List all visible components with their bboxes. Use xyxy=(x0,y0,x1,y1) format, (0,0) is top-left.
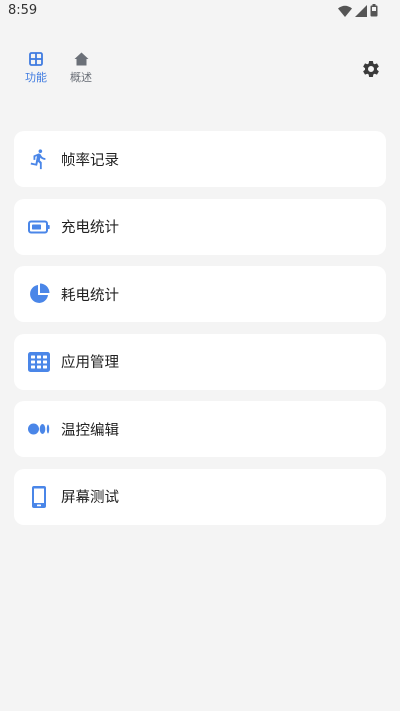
menu-item-label: 屏幕测试 xyxy=(61,490,119,506)
menu-item-thermal-edit[interactable]: 温控编辑 xyxy=(14,401,386,457)
cell-signal-icon xyxy=(355,4,367,17)
gear-icon xyxy=(361,60,381,83)
grid-icon xyxy=(29,50,43,68)
settings-button[interactable] xyxy=(361,59,381,79)
top-nav: 功能 概述 xyxy=(0,50,400,90)
menu-item-app-manage[interactable]: 应用管理 xyxy=(14,333,386,390)
home-icon xyxy=(74,50,89,68)
dots-icon xyxy=(27,417,51,441)
menu-item-charge-stats[interactable]: 充电统计 xyxy=(14,198,386,255)
wifi-icon xyxy=(338,5,352,17)
phone-icon xyxy=(27,485,51,509)
status-time: 8:59 xyxy=(8,3,38,18)
menu-item-power-stats[interactable]: 耗电统计 xyxy=(14,266,386,322)
tab-function-label: 功能 xyxy=(25,71,47,84)
app-screen: 8:59 功能 概述 帧率记录 充电统计 耗电统计 应用管理 温控编辑 屏幕测试 xyxy=(0,0,400,711)
menu-item-label: 应用管理 xyxy=(61,355,119,371)
status-bar: 8:59 xyxy=(0,0,400,24)
tab-function[interactable]: 功能 xyxy=(21,50,51,85)
pie-chart-icon xyxy=(27,282,51,306)
status-icons xyxy=(338,4,378,17)
tab-overview-label: 概述 xyxy=(70,71,92,84)
menu-item-label: 温控编辑 xyxy=(61,422,119,439)
battery-icon xyxy=(370,4,378,17)
menu-item-label: 充电统计 xyxy=(61,220,119,236)
menu-item-label: 帧率记录 xyxy=(61,152,119,169)
battery-outline-icon xyxy=(27,215,51,239)
menu-item-screen-test[interactable]: 屏幕测试 xyxy=(14,468,386,525)
app-grid-icon xyxy=(27,350,51,374)
tab-overview[interactable]: 概述 xyxy=(66,50,96,85)
menu-list: 帧率记录 充电统计 耗电统计 应用管理 温控编辑 屏幕测试 xyxy=(14,131,386,536)
menu-item-label: 耗电统计 xyxy=(61,287,119,304)
menu-item-fps-record[interactable]: 帧率记录 xyxy=(14,131,386,187)
running-person-icon xyxy=(27,147,51,171)
